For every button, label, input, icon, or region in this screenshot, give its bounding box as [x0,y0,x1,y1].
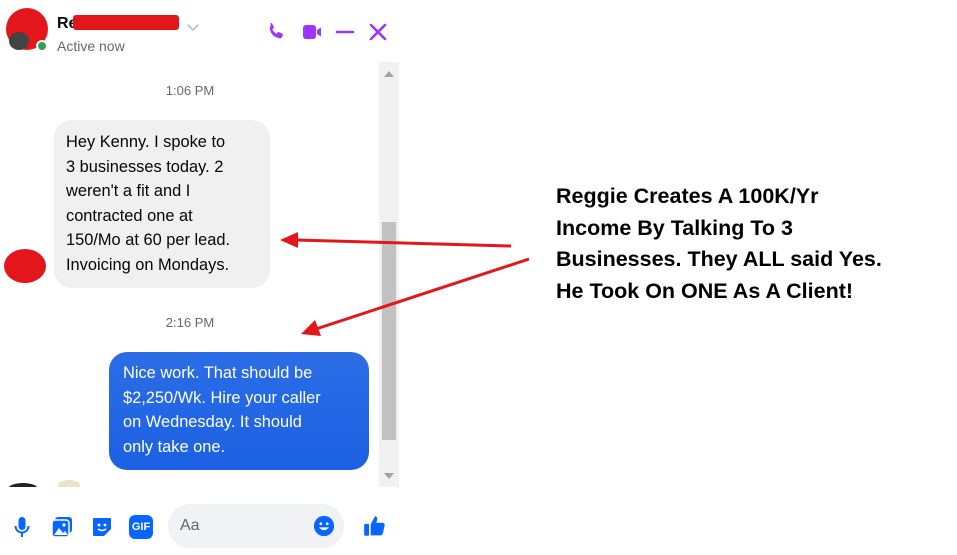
chevron-down-icon[interactable] [186,22,200,34]
message-line: on Wednesday. It should [123,413,302,432]
online-indicator [36,40,48,52]
name-redaction [73,15,179,30]
message-line: only take one. [123,437,226,456]
message-list[interactable]: 1:06 PM Hey Kenny. I spoke to 3 business… [0,62,399,487]
message-line: Hey Kenny. I spoke to [66,133,226,151]
contact-avatar[interactable] [6,8,48,52]
close-icon[interactable] [366,20,390,44]
timestamp: 2:16 PM [165,315,215,330]
message-line: Nice work. That should be [123,364,313,382]
sender-avatar[interactable] [4,249,48,285]
annotation-line: Businesses. They ALL said Yes. [556,247,882,271]
message-line: weren't a fit and I [66,182,191,201]
avatar-redaction [4,249,46,283]
annotation-line: Income By Talking To 3 [556,215,793,240]
annotation-line: Reggie Creates A 100K/Yr [556,184,819,208]
message-line: Invoicing on Mondays. [66,255,230,274]
image-icon[interactable] [50,515,74,539]
scrollbar[interactable] [379,62,399,487]
thumbs-up-icon[interactable] [362,513,388,539]
message-input-container[interactable] [168,504,344,548]
message-line: contracted one at [66,206,193,225]
scroll-thumb[interactable] [382,222,396,440]
message-line: 3 businesses today. 2 [66,157,224,176]
timestamp: 1:06 PM [165,83,215,98]
annotation-line: He Took On ONE As A Client! [556,278,854,303]
chat-window: Re Active now 1:06 PM Hey Kenny. I spoke… [0,0,399,555]
message-input[interactable] [180,515,310,537]
minimize-icon[interactable] [333,20,357,44]
avatar-photo-edge [9,32,29,50]
message-composer: GIF [0,488,399,555]
scroll-up-arrow-icon[interactable] [384,71,394,77]
microphone-icon[interactable] [10,515,34,539]
message-line: 150/Mo at 60 per lead. [66,231,231,250]
gif-icon[interactable]: GIF [129,515,153,539]
video-icon[interactable] [300,20,324,44]
avatar-partial [8,483,38,487]
reaction-partial [58,480,80,487]
active-status: Active now [57,38,125,54]
sticker-icon[interactable] [90,515,114,539]
chat-header: Re Active now [0,0,399,62]
message-line: $2,250/Wk. Hire your caller [123,388,321,407]
annotation-text: Reggie Creates A 100K/Yr Income By Talki… [556,181,956,307]
phone-icon[interactable] [264,20,288,44]
scroll-down-arrow-icon[interactable] [384,473,394,479]
incoming-message[interactable]: Hey Kenny. I spoke to 3 businesses today… [54,120,270,288]
emoji-icon[interactable] [313,515,335,537]
outgoing-message[interactable]: Nice work. That should be $2,250/Wk. Hir… [109,352,369,470]
